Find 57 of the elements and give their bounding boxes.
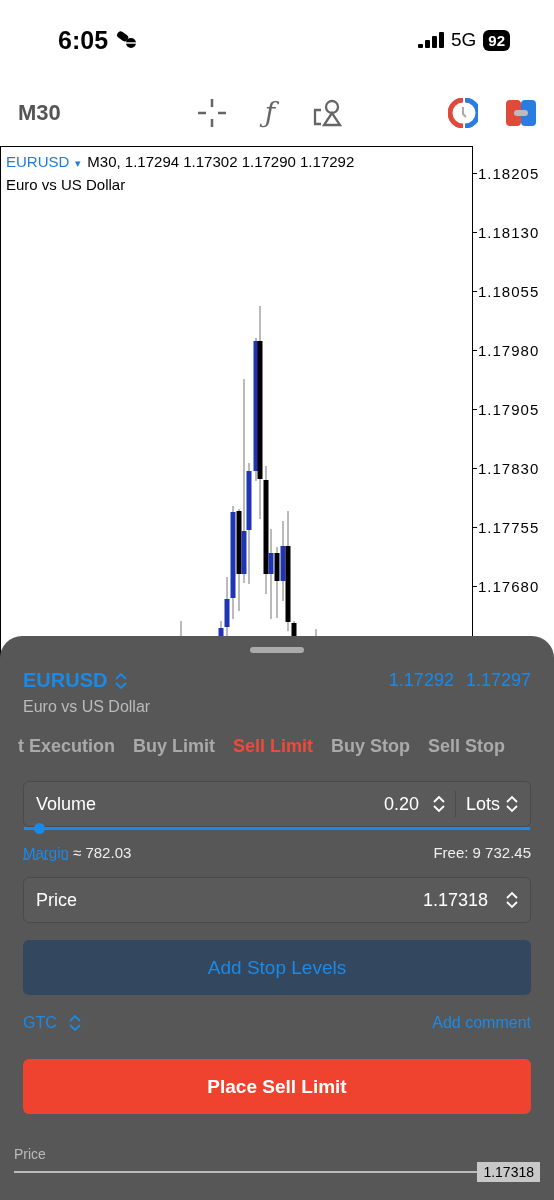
crosshair-icon[interactable] — [196, 98, 227, 128]
trade-toggle-icon[interactable] — [506, 100, 536, 126]
drag-handle[interactable] — [250, 647, 304, 653]
focus-mode-icon — [116, 31, 139, 49]
margin-value: ≈ 782.03 — [73, 844, 132, 861]
unit-chevron-icon[interactable] — [506, 795, 518, 813]
order-type-tab[interactable]: Buy Stop — [331, 736, 411, 757]
chart-symbol[interactable]: EURUSD — [6, 153, 70, 170]
bid-price: 1.17292 — [388, 670, 454, 691]
battery-level: 92 — [483, 29, 510, 51]
slider-thumb[interactable] — [34, 823, 46, 834]
price-axis-label: 1.18205 — [478, 164, 540, 182]
price-line-label: Price — [14, 1146, 47, 1162]
network-type: 5G — [450, 29, 477, 51]
indicators-button[interactable]: ƒ — [258, 93, 282, 133]
symbol-chevron-icon[interactable] — [115, 671, 128, 690]
order-type-tab[interactable]: Buy Limit — [133, 736, 216, 757]
clock-time: 6:05 — [58, 25, 109, 55]
free-margin: Free: 9 732.45 — [433, 844, 531, 861]
signal-icon — [417, 32, 444, 48]
volume-field[interactable]: Volume 0.20 Lots — [23, 781, 531, 827]
order-description: Euro vs US Dollar — [23, 698, 152, 716]
price-axis-label: 1.17905 — [478, 400, 540, 418]
order-type-tab[interactable]: Sell Stop — [428, 736, 506, 757]
price-tag: 1.17318 — [477, 1162, 540, 1182]
volume-stepper-icon[interactable] — [432, 795, 445, 813]
volume-value: 0.20 — [383, 793, 419, 815]
margin-link[interactable]: Margin — [23, 844, 69, 861]
price-field[interactable]: Price 1.17318 — [23, 877, 531, 923]
price-axis-label: 1.18055 — [478, 282, 540, 300]
order-symbol[interactable]: EURUSD — [23, 669, 108, 692]
price-label: Price — [36, 889, 78, 911]
price-axis-label: 1.17980 — [478, 341, 540, 359]
symbol-caret[interactable]: ▾ — [75, 157, 82, 169]
ask-price: 1.17297 — [465, 670, 531, 691]
add-stop-levels-button[interactable]: Add Stop Levels — [23, 940, 531, 995]
price-value: 1.17318 — [422, 889, 488, 911]
price-stepper-icon[interactable] — [506, 891, 518, 909]
expiration-selector[interactable]: GTC — [23, 1014, 57, 1032]
shapes-icon[interactable] — [313, 98, 344, 128]
unit-value: Lots — [465, 793, 500, 815]
candle-wick — [180, 620, 182, 637]
volume-label: Volume — [36, 793, 98, 815]
price-axis-label: 1.17680 — [478, 577, 540, 595]
ohlc-quote: M30, 1.17294 1.17302 1.17290 1.17292 — [87, 153, 355, 170]
symbol-description: Euro vs US Dollar — [6, 175, 127, 195]
place-order-button[interactable]: Place Sell Limit — [23, 1059, 531, 1114]
price-axis-label: 1.17755 — [478, 518, 540, 536]
timeframe-button[interactable]: M30 — [18, 100, 61, 126]
order-type-tab[interactable]: Sell Limit — [233, 736, 314, 757]
expiration-chevron-icon[interactable] — [68, 1014, 81, 1032]
order-type-tab[interactable]: t Execution — [18, 736, 115, 757]
clock-toggle-icon[interactable] — [448, 98, 478, 128]
candle-wick — [315, 628, 317, 637]
price-axis-label: 1.18130 — [478, 223, 540, 241]
price-axis-label: 1.17830 — [478, 459, 540, 477]
add-comment-link[interactable]: Add comment — [432, 1014, 531, 1032]
